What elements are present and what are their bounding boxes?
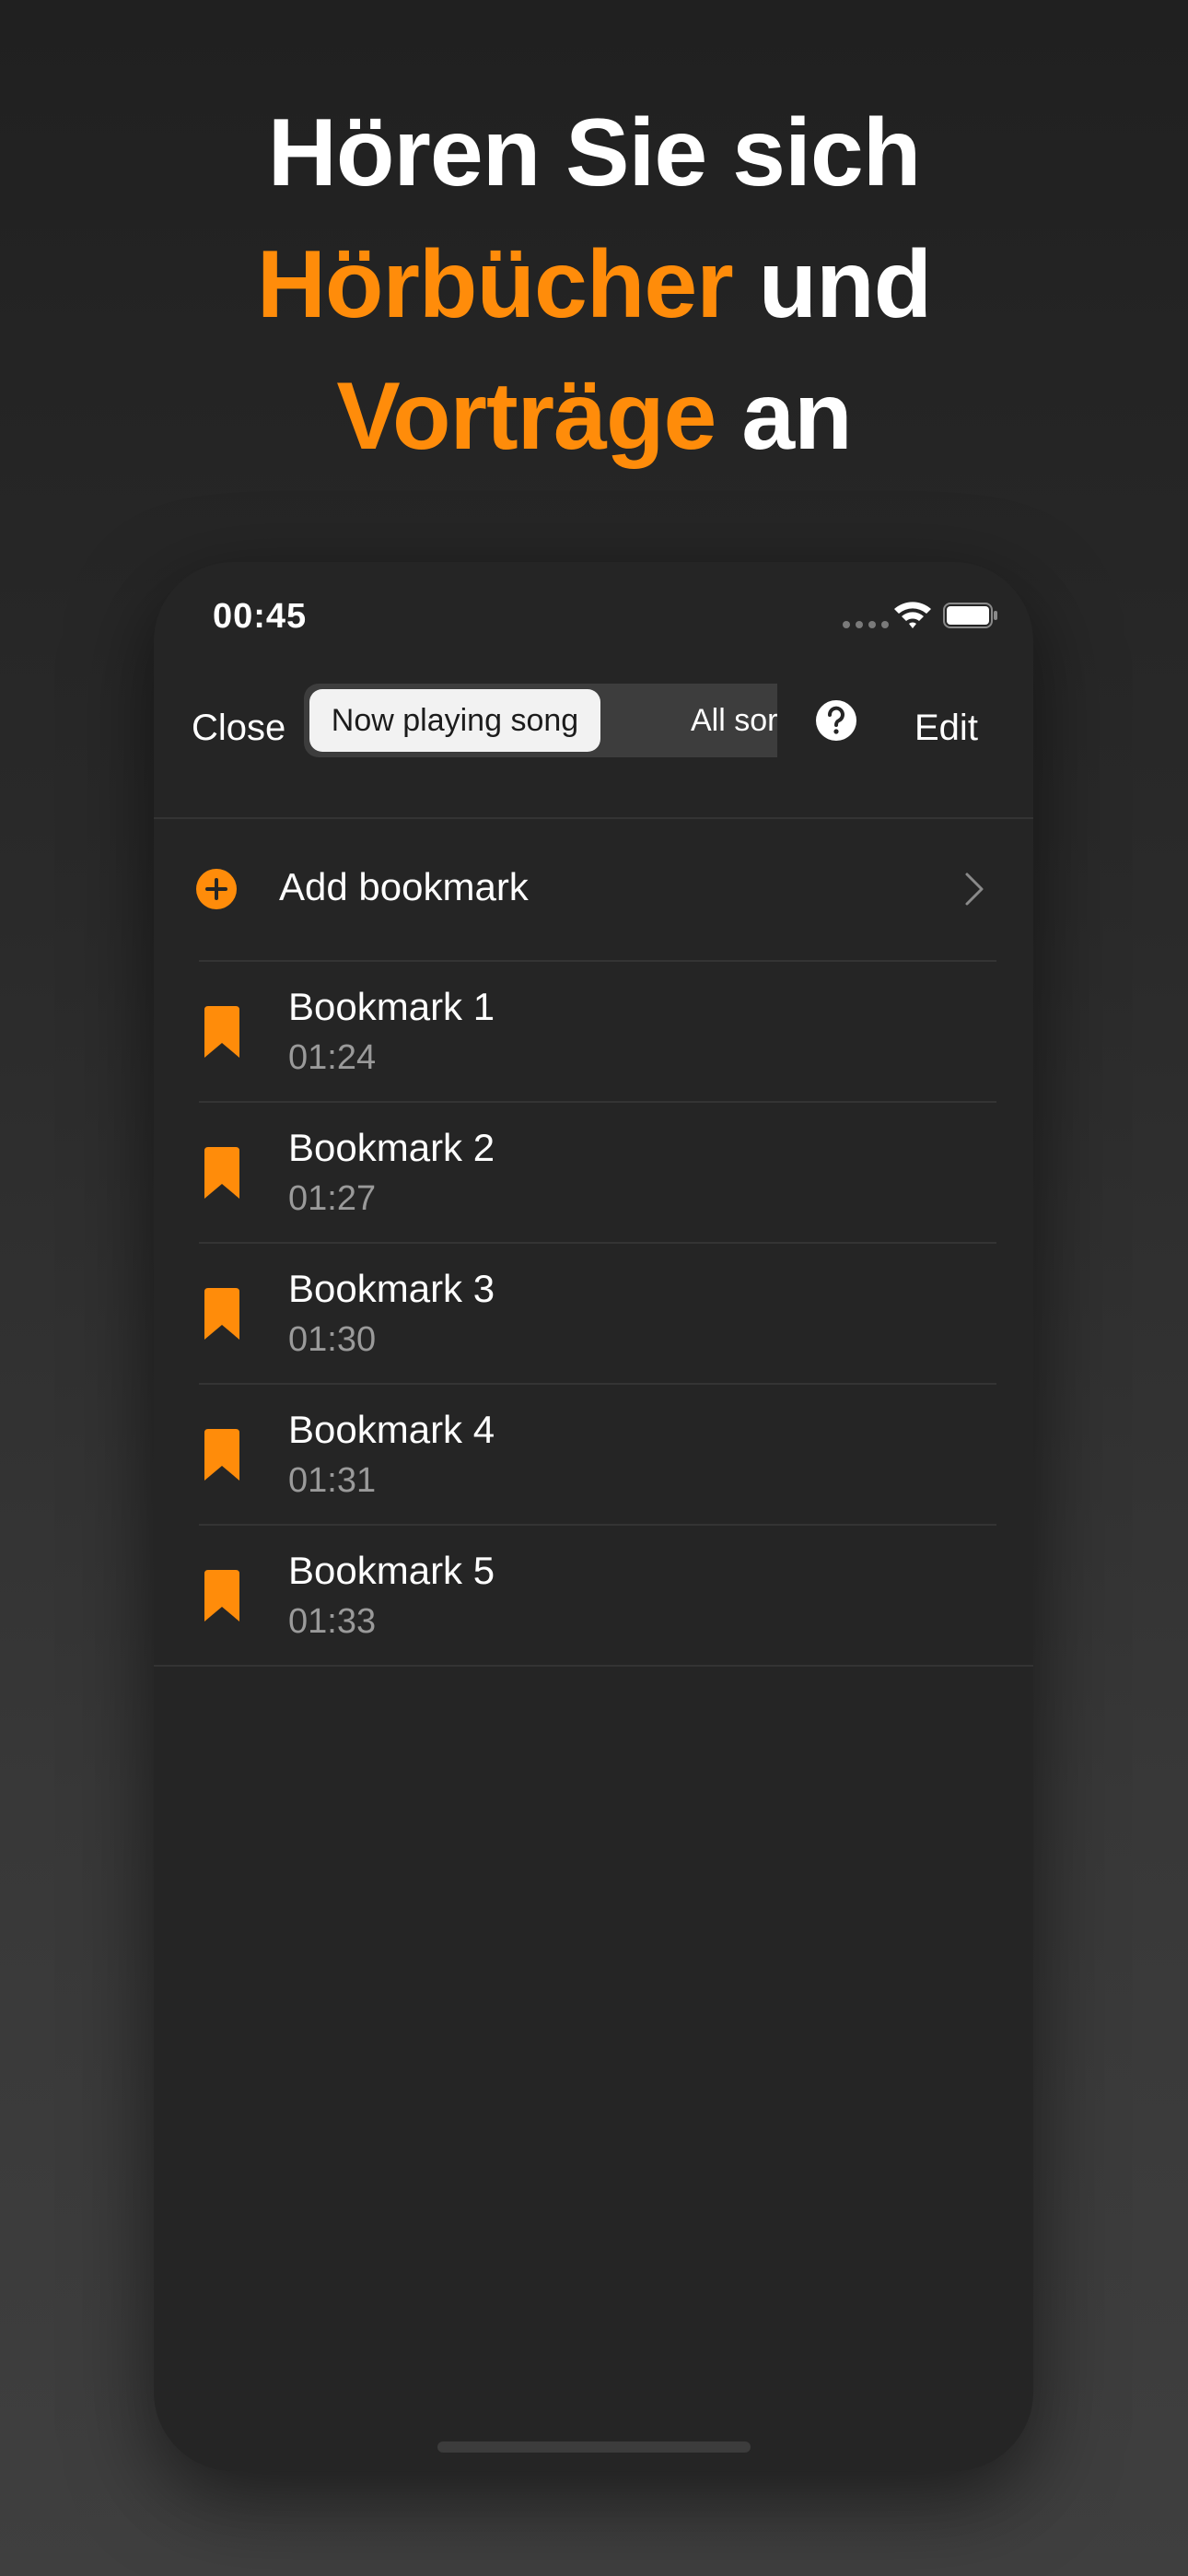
- home-indicator[interactable]: [437, 2441, 751, 2453]
- bookmark-icon: [204, 1006, 239, 1058]
- edit-button[interactable]: Edit: [914, 698, 978, 757]
- bookmark-time: 01:33: [288, 1602, 377, 1641]
- bookmark-title: Bookmark 1: [288, 985, 495, 1028]
- bookmark-title: Bookmark 4: [288, 1408, 495, 1451]
- headline-text-an: an: [716, 363, 852, 470]
- add-bookmark-row[interactable]: Add bookmark: [154, 819, 1033, 960]
- segment-now-playing[interactable]: Now playing song: [309, 689, 600, 752]
- headline-highlight-lectures: Vorträge: [336, 363, 716, 470]
- list-bottom-divider: [154, 1665, 1033, 1667]
- headline-line-1: Hören Sie sich: [267, 100, 921, 206]
- headline-highlight-audiobooks: Hörbücher: [256, 231, 734, 338]
- bookmark-row-5[interactable]: Bookmark 5 01:33: [154, 1526, 1033, 1665]
- promo-headline: Hören Sie sich Hörbücher und Vorträge an: [0, 88, 1188, 483]
- segmented-control: Now playing song All sor: [304, 684, 777, 757]
- bookmark-icon: [204, 1147, 239, 1199]
- headline-text-and: und: [732, 231, 933, 338]
- question-circle-icon[interactable]: [814, 698, 858, 743]
- bookmark-time: 01:30: [288, 1320, 377, 1359]
- bookmark-row-3[interactable]: Bookmark 3 01:30: [154, 1244, 1033, 1383]
- bookmark-title: Bookmark 5: [288, 1549, 495, 1592]
- segment-all-songs[interactable]: All sor: [691, 684, 777, 757]
- bookmark-icon: [204, 1288, 239, 1340]
- wifi-icon: [894, 602, 931, 628]
- bookmark-time: 01:24: [288, 1038, 377, 1077]
- status-time: 00:45: [213, 597, 308, 636]
- headline-line-2: Hörbücher und: [0, 219, 1188, 351]
- bookmark-icon: [204, 1429, 239, 1481]
- phone-screen: 00:45 Close Now playing song All sor Edi…: [154, 562, 1033, 2471]
- plus-circle-icon: [196, 869, 237, 909]
- bookmark-icon: [204, 1570, 239, 1622]
- bookmark-title: Bookmark 3: [288, 1267, 495, 1310]
- headline-line-3: Vorträge an: [0, 351, 1188, 483]
- bookmark-time: 01:31: [288, 1461, 377, 1500]
- add-bookmark-label: Add bookmark: [279, 865, 529, 908]
- bookmark-row-4[interactable]: Bookmark 4 01:31: [154, 1385, 1033, 1524]
- status-bar: 00:45: [154, 562, 1033, 673]
- bookmark-list: Add bookmark Bookmark 1 01:24 Bookmark 2…: [154, 817, 1033, 1667]
- bookmark-time: 01:27: [288, 1179, 377, 1218]
- chevron-right-icon: [965, 872, 984, 906]
- close-button[interactable]: Close: [192, 698, 285, 757]
- bookmark-row-2[interactable]: Bookmark 2 01:27: [154, 1103, 1033, 1242]
- nav-bar: Close Now playing song All sor Edit: [154, 673, 1033, 802]
- battery-icon: [943, 603, 997, 628]
- bookmark-title: Bookmark 2: [288, 1126, 495, 1169]
- bookmark-row-1[interactable]: Bookmark 1 01:24: [154, 962, 1033, 1101]
- signal-dots-icon: [843, 621, 889, 628]
